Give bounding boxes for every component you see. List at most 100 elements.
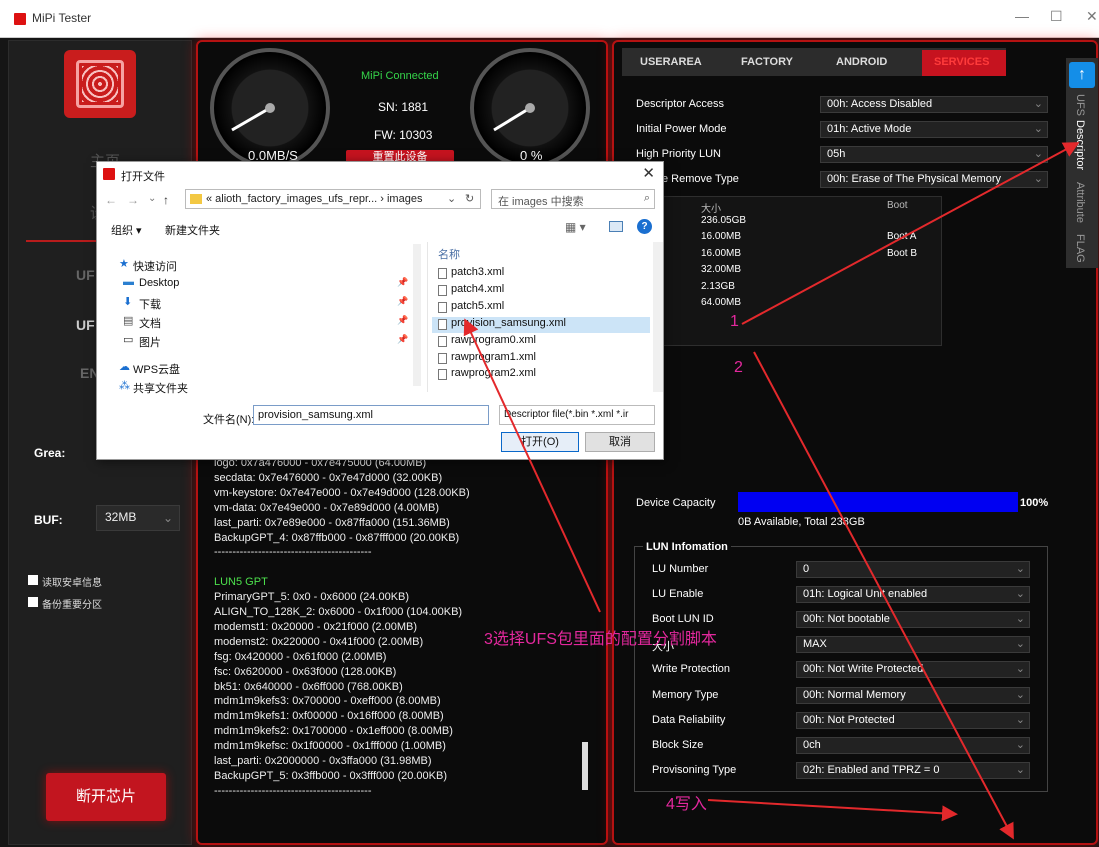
- save-button[interactable]: Save: [1038, 0, 1094, 12]
- up-folder-icon[interactable]: ↑: [163, 193, 169, 207]
- chevron-down-icon: ⌄: [162, 511, 173, 525]
- file-icon: [438, 268, 447, 279]
- back-arrow-icon[interactable]: ←: [105, 193, 117, 207]
- new-folder-button[interactable]: 新建文件夹: [165, 222, 220, 238]
- vtab-flag[interactable]: FLAG: [1074, 234, 1086, 263]
- file-name: patch3.xml: [451, 266, 505, 278]
- file-item[interactable]: patch4.xml: [432, 283, 650, 299]
- chevron-down-icon: ⌄: [1015, 763, 1025, 776]
- pin-icon[interactable]: 📌: [397, 296, 408, 307]
- view-options-icon[interactable]: ▦ ▾: [565, 220, 586, 234]
- serial-number: SN: 1881: [378, 100, 429, 114]
- preview-pane-icon[interactable]: [609, 221, 623, 232]
- file-item[interactable]: rawprogram0.xml: [432, 334, 650, 350]
- log-line: last_parti: 0x2000000 - 0x3ffa000 (31.98…: [214, 755, 432, 768]
- search-input[interactable]: 在 images 中搜索 ⌕: [491, 189, 655, 209]
- file-item[interactable]: provision_samsung.xml: [432, 316, 650, 333]
- tab-factory[interactable]: FACTORY: [741, 56, 793, 68]
- backup-partition-checkbox[interactable]: [28, 597, 38, 607]
- reset-button[interactable]: Reset: [796, 0, 848, 12]
- file-scrollbar[interactable]: [653, 242, 663, 392]
- chevron-down-icon: ⌄: [1015, 713, 1025, 726]
- file-name: rawprogram2.xml: [451, 367, 536, 380]
- device-capacity-label: Device Capacity: [636, 497, 716, 509]
- tab-android[interactable]: ANDROID: [836, 56, 887, 68]
- recent-chevron-icon[interactable]: ⌄: [148, 193, 156, 204]
- pin-icon[interactable]: 📌: [397, 277, 408, 288]
- pin-icon[interactable]: 📌: [397, 334, 408, 345]
- descriptor-dropdown[interactable]: 01h: Active Mode ⌄: [820, 121, 1048, 138]
- nav-scrollbar[interactable]: [413, 244, 421, 386]
- lun-dropdown[interactable]: 00h: Not bootable ⌄: [796, 611, 1030, 629]
- lun-dropdown[interactable]: 01h: Logical Unit enabled ⌄: [796, 586, 1030, 604]
- document-icon: ▤: [123, 315, 134, 327]
- file-item[interactable]: rawprogram1.xml: [432, 351, 650, 367]
- grid-cell-size: 16.00MB: [701, 231, 742, 243]
- cancel-button[interactable]: 取消: [585, 432, 655, 452]
- refresh-icon[interactable]: ↻: [465, 192, 474, 205]
- read-button[interactable]: 读出: [856, 0, 912, 16]
- pin-icon[interactable]: 📌: [397, 315, 408, 326]
- nav-item[interactable]: 共享文件夹: [133, 380, 188, 396]
- capacity-percent: 100%: [1020, 497, 1049, 509]
- vtab-ufs[interactable]: UFS: [1074, 94, 1086, 116]
- file-item[interactable]: patch3.xml: [432, 266, 650, 282]
- tab-userarea[interactable]: USERAREA: [640, 56, 702, 68]
- vtab-descriptor[interactable]: Descriptor: [1074, 120, 1086, 170]
- path-bar[interactable]: « alioth_factory_images_ufs_repr... › im…: [185, 189, 481, 209]
- descriptor-value: 00h: Access Disabled: [827, 98, 933, 110]
- file-item[interactable]: rawprogram2.xml: [432, 367, 650, 383]
- filetype-select[interactable]: Descriptor file(*.bin *.xml *.ir: [499, 405, 655, 425]
- lun-dropdown[interactable]: 00h: Normal Memory ⌄: [796, 686, 1030, 704]
- descriptor-label: e Remove Type: [662, 173, 739, 185]
- lun-dropdown[interactable]: 00h: Not Protected ⌄: [796, 711, 1030, 729]
- search-placeholder: 在 images 中搜索: [498, 196, 584, 208]
- dialog-icon: [103, 168, 115, 180]
- write-button[interactable]: 写入: [918, 0, 974, 16]
- desktop-icon: ▬: [123, 276, 134, 288]
- menu-ufs-1[interactable]: UF: [76, 267, 95, 283]
- lun-dropdown[interactable]: 00h: Not Write Protected ⌄: [796, 661, 1030, 679]
- nav-item[interactable]: 文档: [139, 315, 161, 331]
- chevron-down-icon: ⌄: [1015, 738, 1025, 751]
- lun-label: LU Enable: [652, 588, 704, 601]
- log-line: vm-data: 0x7e49e000 - 0x7e89d000 (4.00MB…: [214, 501, 440, 514]
- descriptor-dropdown[interactable]: 00h: Erase of The Physical Memory ⌄: [820, 171, 1048, 188]
- load-button[interactable]: Load: [978, 0, 1034, 12]
- organize-menu[interactable]: 组织 ▾: [111, 222, 142, 238]
- menu-ufs-2[interactable]: UF: [76, 317, 95, 333]
- filename-input[interactable]: provision_samsung.xml: [253, 405, 489, 425]
- tab-services[interactable]: SERVICES: [934, 56, 989, 68]
- help-icon[interactable]: ?: [637, 219, 652, 234]
- descriptor-dropdown[interactable]: 05h ⌄: [820, 146, 1048, 163]
- nav-item[interactable]: 下载: [139, 296, 161, 312]
- dialog-close-icon[interactable]: ✕: [642, 164, 655, 182]
- buf-select[interactable]: 32MB ⌄: [96, 505, 180, 531]
- read-android-info-checkbox[interactable]: [28, 575, 38, 585]
- up-arrow-icon[interactable]: ↑: [1069, 62, 1095, 88]
- lun-info-title: LUN Infomation: [643, 541, 731, 553]
- vtab-attribute[interactable]: Attribute: [1074, 182, 1086, 223]
- grid-cell-size: 32.00MB: [701, 264, 742, 276]
- lun-dropdown[interactable]: MAX ⌄: [796, 636, 1030, 654]
- file-name: rawprogram0.xml: [451, 333, 536, 346]
- nav-item[interactable]: 图片: [139, 334, 161, 350]
- log-line: secdata: 0x7e476000 - 0x7e47d000 (32.00K…: [214, 471, 443, 484]
- file-item[interactable]: patch5.xml: [432, 300, 650, 316]
- filename-label: 文件名(N):: [203, 414, 255, 426]
- nav-item[interactable]: WPS云盘: [133, 361, 180, 377]
- lun-dropdown[interactable]: 02h: Enabled and TPRZ = 0 ⌄: [796, 761, 1030, 779]
- lun-dropdown[interactable]: 0 ⌄: [796, 561, 1030, 578]
- nav-item[interactable]: Desktop: [139, 277, 179, 289]
- log-scrollbar[interactable]: [582, 742, 588, 790]
- lun-dropdown[interactable]: 0ch ⌄: [796, 736, 1030, 754]
- nav-item[interactable]: 快速访问: [133, 258, 177, 274]
- log-line: ALIGN_TO_128K_2: 0x6000 - 0x1f000 (104.0…: [214, 606, 463, 619]
- disconnect-chip-button[interactable]: 断开芯片: [46, 773, 166, 821]
- descriptor-dropdown[interactable]: 00h: Access Disabled ⌄: [820, 96, 1048, 113]
- path-dropdown-icon[interactable]: ⌄: [447, 192, 456, 205]
- open-button[interactable]: 打开(O): [501, 432, 579, 452]
- column-name-header[interactable]: 名称: [438, 246, 460, 262]
- forward-arrow-icon[interactable]: →: [127, 193, 139, 207]
- file-name: patch5.xml: [451, 299, 505, 312]
